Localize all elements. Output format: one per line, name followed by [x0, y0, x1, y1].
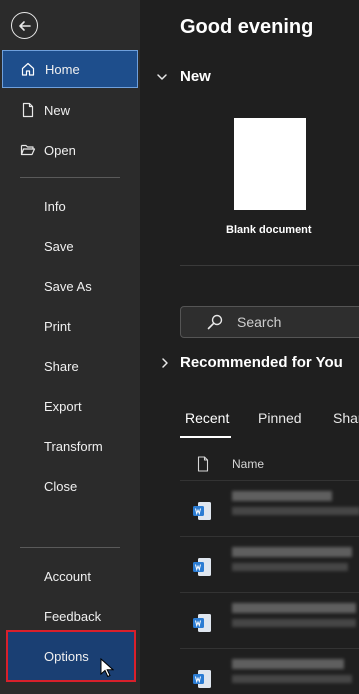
file-name-redacted	[232, 491, 332, 501]
column-header-name[interactable]: Name	[232, 457, 264, 471]
sidebar-item-save[interactable]: Save	[0, 226, 140, 266]
file-name-redacted	[232, 659, 344, 669]
sidebar-item-label: New	[44, 102, 71, 118]
sidebar-item-label: Open	[44, 142, 76, 158]
sidebar-divider	[20, 547, 120, 548]
sidebar-item-export[interactable]: Export	[0, 386, 140, 426]
file-name-redacted	[232, 547, 352, 557]
tab-recent[interactable]: Recent	[185, 410, 229, 426]
sidebar-item-label: Feedback	[44, 608, 102, 624]
sidebar-item-label: Home	[45, 61, 80, 77]
section-title: Recommended for You	[180, 354, 343, 371]
section-divider	[180, 265, 359, 266]
backstage-sidebar: Home New Open Info Save Save As Print Sh…	[0, 0, 140, 694]
chevron-down-icon	[157, 73, 167, 80]
file-row[interactable]	[180, 480, 359, 534]
sidebar-item-new[interactable]: New	[0, 90, 140, 130]
sidebar-item-label: Account	[44, 568, 91, 584]
search-box[interactable]	[180, 306, 359, 338]
sidebar-item-info[interactable]: Info	[0, 186, 140, 226]
file-list-header: Name	[196, 456, 264, 472]
sidebar-item-close[interactable]: Close	[0, 466, 140, 506]
sidebar-divider	[20, 177, 120, 178]
folder-open-icon	[20, 142, 36, 158]
mouse-cursor-icon	[100, 658, 114, 678]
file-path-redacted	[232, 563, 348, 571]
sidebar-item-label: Transform	[44, 438, 103, 454]
document-type-icon	[197, 456, 209, 472]
sidebar-item-open[interactable]: Open	[0, 130, 140, 170]
section-title: New	[180, 68, 211, 85]
sidebar-item-label: Close	[44, 478, 78, 494]
greeting-title: Good evening	[180, 16, 314, 38]
word-file-icon	[193, 502, 211, 520]
new-doc-icon	[20, 102, 36, 118]
sidebar-item-save-as[interactable]: Save As	[0, 266, 140, 306]
sidebar-item-share[interactable]: Share	[0, 346, 140, 386]
main-content: Good evening New Blank document Recommen…	[140, 0, 359, 694]
recommended-section-header[interactable]: Recommended for You	[160, 354, 343, 371]
file-name-redacted	[232, 603, 356, 613]
home-icon	[20, 61, 36, 77]
word-file-icon	[193, 670, 211, 688]
sidebar-item-label: Info	[44, 198, 66, 214]
blank-document-thumbnail[interactable]	[234, 118, 306, 210]
word-file-icon	[193, 614, 211, 632]
sidebar-item-label: Save	[44, 238, 74, 254]
sidebar-item-transform[interactable]: Transform	[0, 426, 140, 466]
file-row[interactable]	[180, 648, 359, 694]
file-row[interactable]	[180, 536, 359, 590]
back-button[interactable]	[11, 12, 38, 39]
search-input[interactable]	[237, 314, 357, 330]
sidebar-item-label: Print	[44, 318, 71, 334]
file-path-redacted	[232, 507, 359, 515]
blank-document-label[interactable]: Blank document	[226, 224, 312, 236]
sidebar-item-label: Export	[44, 398, 82, 414]
sidebar-item-label: Share	[44, 358, 79, 374]
sidebar-item-home[interactable]: Home	[2, 50, 138, 88]
word-file-icon	[193, 558, 211, 576]
chevron-right-icon	[162, 357, 168, 368]
sidebar-item-account[interactable]: Account	[0, 556, 140, 596]
tab-pinned[interactable]: Pinned	[258, 410, 302, 426]
file-path-redacted	[232, 619, 356, 627]
sidebar-item-print[interactable]: Print	[0, 306, 140, 346]
file-path-redacted	[232, 675, 352, 683]
sidebar-item-options[interactable]: Options	[6, 630, 136, 682]
sidebar-item-label: Options	[44, 648, 89, 664]
back-arrow-icon	[18, 20, 31, 31]
tab-shared[interactable]: Shared with Me	[333, 410, 359, 426]
search-icon	[207, 314, 223, 330]
new-section-header[interactable]: New	[156, 68, 211, 85]
active-tab-indicator	[180, 436, 231, 438]
sidebar-item-label: Save As	[44, 278, 92, 294]
file-row[interactable]	[180, 592, 359, 646]
